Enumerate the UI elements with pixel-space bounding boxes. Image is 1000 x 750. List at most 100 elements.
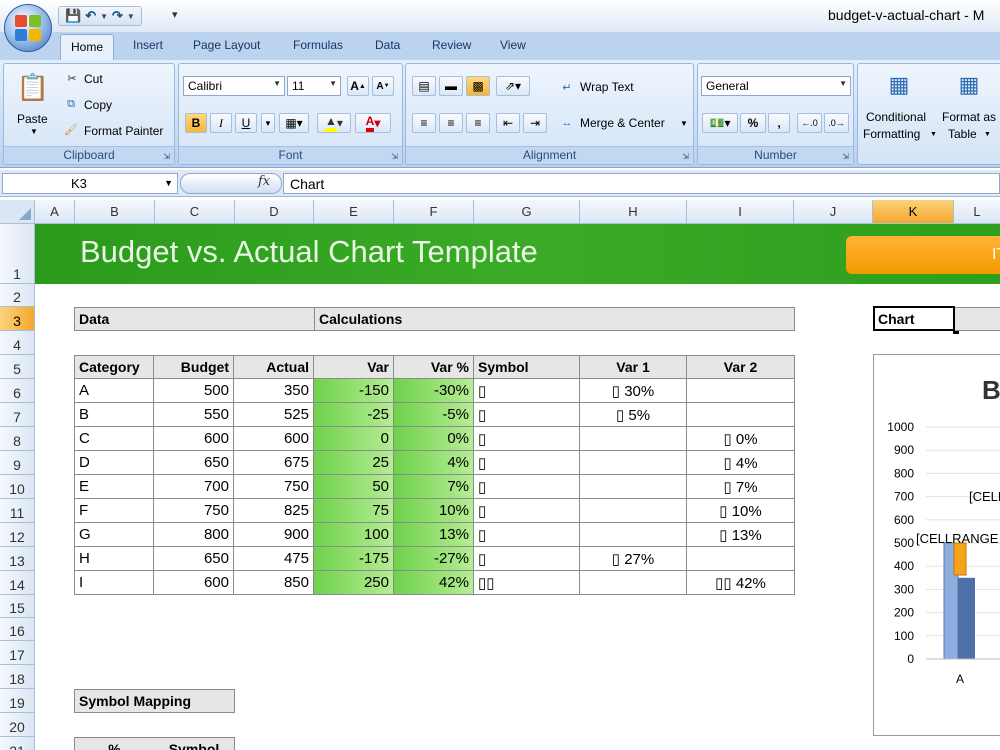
- tab-formulas[interactable]: Formulas: [293, 38, 343, 52]
- table-cell[interactable]: 475: [234, 547, 314, 571]
- table-cell[interactable]: 675: [234, 451, 314, 475]
- table-cell[interactable]: [580, 571, 687, 595]
- table-cell[interactable]: 850: [234, 571, 314, 595]
- table-cell[interactable]: G: [74, 523, 154, 547]
- table-cell[interactable]: ▯ 30%: [580, 379, 687, 403]
- tab-page-layout[interactable]: Page Layout: [193, 38, 260, 52]
- tab-insert[interactable]: Insert: [133, 38, 163, 52]
- column-header[interactable]: D: [235, 200, 314, 224]
- conditional-formatting-label-1[interactable]: Conditional: [866, 110, 926, 124]
- orientation-icon[interactable]: ⇗▾: [496, 76, 530, 96]
- align-right-icon[interactable]: ≡: [466, 113, 490, 133]
- paste-icon[interactable]: 📋: [16, 68, 50, 106]
- table-cell[interactable]: 25: [314, 451, 394, 475]
- column-header[interactable]: J: [794, 200, 873, 224]
- table-cell[interactable]: [580, 523, 687, 547]
- table-cell[interactable]: [580, 499, 687, 523]
- banner-badge[interactable]: IT: [846, 236, 1000, 274]
- table-cell[interactable]: [580, 427, 687, 451]
- table-cell[interactable]: ▯: [474, 499, 580, 523]
- table-cell[interactable]: 825: [234, 499, 314, 523]
- table-cell[interactable]: 750: [234, 475, 314, 499]
- row-header[interactable]: 19: [0, 689, 35, 713]
- table-cell[interactable]: E: [74, 475, 154, 499]
- format-as-table-label-2[interactable]: Table: [948, 127, 977, 141]
- table-cell[interactable]: 600: [154, 427, 234, 451]
- table-cell[interactable]: ▯: [474, 403, 580, 427]
- row-header[interactable]: 12: [0, 523, 35, 547]
- increase-decimal-icon[interactable]: ←.0: [797, 113, 822, 133]
- table-cell[interactable]: ▯ 5%: [580, 403, 687, 427]
- row-header[interactable]: 8: [0, 427, 35, 451]
- borders-icon[interactable]: ▦▾: [279, 113, 309, 133]
- table-cell[interactable]: A: [74, 379, 154, 403]
- table-cell[interactable]: 525: [234, 403, 314, 427]
- table-cell[interactable]: -175: [314, 547, 394, 571]
- align-center-icon[interactable]: ≡: [439, 113, 463, 133]
- row-header[interactable]: 1: [0, 224, 35, 284]
- underline-dropdown-icon[interactable]: ▼: [261, 113, 275, 133]
- table-cell[interactable]: ▯ 10%: [687, 499, 795, 523]
- currency-icon[interactable]: 💵▾: [702, 113, 738, 133]
- table-cell[interactable]: ▯ 27%: [580, 547, 687, 571]
- align-top-icon[interactable]: ▤: [412, 76, 436, 96]
- table-cell[interactable]: ▯▯: [474, 571, 580, 595]
- table-cell[interactable]: ▯: [474, 523, 580, 547]
- fill-color-icon[interactable]: ▲ ▾: [317, 113, 351, 133]
- dialog-launcher-icon[interactable]: ⇲: [163, 152, 170, 161]
- tab-review[interactable]: Review: [432, 38, 471, 52]
- column-header[interactable]: F: [394, 200, 474, 224]
- underline-button[interactable]: U: [235, 113, 257, 133]
- table-header-cell[interactable]: Category: [74, 355, 154, 379]
- conditional-dropdown-icon[interactable]: ▼: [930, 131, 937, 138]
- tab-view[interactable]: View: [500, 38, 526, 52]
- formula-input[interactable]: Chart: [283, 173, 1000, 194]
- row-header[interactable]: 2: [0, 284, 35, 307]
- row-header[interactable]: 15: [0, 595, 35, 618]
- column-header[interactable]: G: [474, 200, 580, 224]
- table-header-cell[interactable]: Var 1: [580, 355, 687, 379]
- row-header[interactable]: 9: [0, 451, 35, 475]
- selected-cell-k3[interactable]: Chart: [873, 306, 959, 334]
- column-header[interactable]: H: [580, 200, 687, 224]
- row-header[interactable]: 21: [0, 737, 35, 750]
- row-header[interactable]: 11: [0, 499, 35, 523]
- chart-container[interactable]: B10009008007006005004003002001000[CELL[C…: [873, 354, 1000, 736]
- table-cell[interactable]: I: [74, 571, 154, 595]
- table-header-cell[interactable]: Var: [314, 355, 394, 379]
- table-cell[interactable]: 350: [234, 379, 314, 403]
- table-cell[interactable]: 650: [154, 547, 234, 571]
- table-cell[interactable]: 100: [314, 523, 394, 547]
- row-header[interactable]: 16: [0, 618, 35, 641]
- align-bottom-icon[interactable]: ▩: [466, 76, 490, 96]
- table-cell[interactable]: D: [74, 451, 154, 475]
- table-cell[interactable]: 0%: [394, 427, 474, 451]
- table-cell[interactable]: 600: [234, 427, 314, 451]
- table-cell[interactable]: 10%: [394, 499, 474, 523]
- chevron-down-icon[interactable]: ▼: [164, 178, 173, 188]
- column-header[interactable]: I: [687, 200, 794, 224]
- tab-data[interactable]: Data: [375, 38, 400, 52]
- table-cell[interactable]: -25: [314, 403, 394, 427]
- table-cell[interactable]: 900: [234, 523, 314, 547]
- row-header[interactable]: 13: [0, 547, 35, 571]
- column-header[interactable]: A: [35, 200, 75, 224]
- table-cell[interactable]: H: [74, 547, 154, 571]
- table-cell[interactable]: 800: [154, 523, 234, 547]
- table-cell[interactable]: ▯: [474, 547, 580, 571]
- wrap-text-icon[interactable]: ↵: [558, 78, 576, 96]
- increase-indent-icon[interactable]: ⇥: [523, 113, 547, 133]
- font-color-icon[interactable]: A ▾: [355, 113, 391, 133]
- table-cell[interactable]: ▯ 7%: [687, 475, 795, 499]
- format-painter-button[interactable]: Format Painter: [84, 124, 163, 138]
- table-cell[interactable]: 13%: [394, 523, 474, 547]
- table-header-cell[interactable]: Var %: [394, 355, 474, 379]
- undo-icon[interactable]: ↶: [85, 8, 96, 24]
- column-header[interactable]: B: [75, 200, 155, 224]
- insert-function-icon[interactable]: fx: [258, 174, 270, 189]
- font-name-combo[interactable]: Calibri ▼: [183, 76, 285, 96]
- row-header[interactable]: 6: [0, 379, 35, 403]
- table-cell[interactable]: ▯: [474, 451, 580, 475]
- redo-icon[interactable]: ↷: [112, 8, 123, 24]
- copy-icon[interactable]: ⧉: [62, 96, 80, 112]
